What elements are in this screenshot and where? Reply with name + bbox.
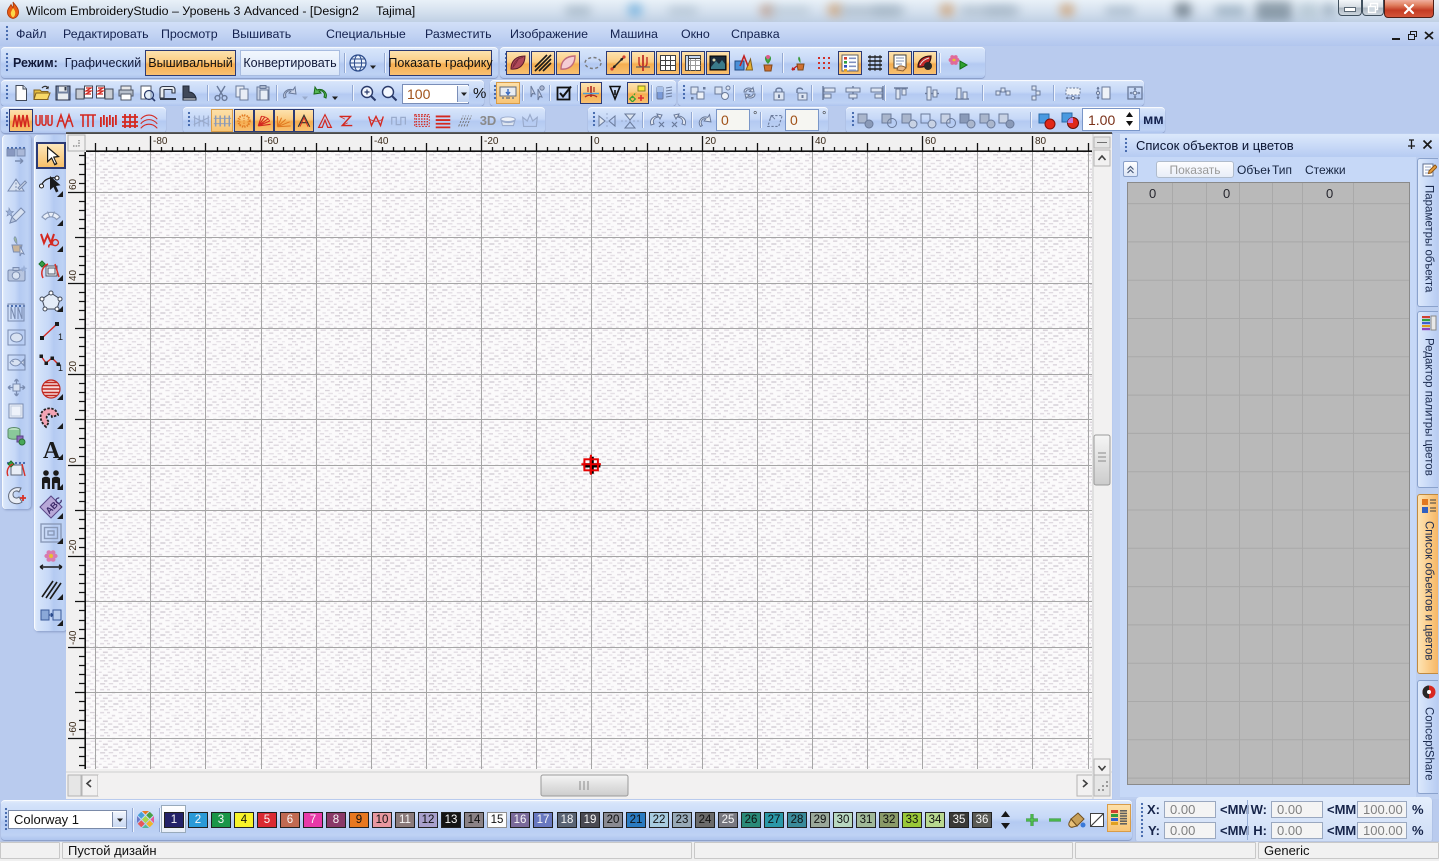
svg-text:20: 20 (705, 136, 717, 147)
svg-text:-40: -40 (68, 630, 79, 645)
svg-text:1: 1 (58, 363, 63, 372)
svg-text:A: A (43, 438, 61, 461)
svg-text:0: 0 (1326, 186, 1333, 201)
svg-text:-60: -60 (264, 136, 279, 147)
svg-text:20: 20 (68, 360, 79, 372)
svg-text:60: 60 (925, 136, 937, 147)
svg-text:0: 0 (68, 457, 79, 463)
svg-text:1: 1 (58, 332, 63, 342)
svg-text:ABC: ABC (44, 495, 64, 516)
svg-text:0: 0 (1149, 186, 1156, 201)
svg-text:40: 40 (815, 136, 827, 147)
svg-text:60: 60 (68, 178, 79, 190)
svg-text:0: 0 (1223, 186, 1230, 201)
svg-text:-20: -20 (484, 136, 499, 147)
svg-text:40: 40 (68, 269, 79, 281)
svg-text:-80: -80 (153, 136, 168, 147)
svg-text:80: 80 (1035, 136, 1047, 147)
svg-text:-60: -60 (68, 721, 79, 736)
svg-text:0: 0 (594, 136, 600, 147)
svg-text:-40: -40 (374, 136, 389, 147)
svg-text:-20: -20 (68, 539, 79, 554)
